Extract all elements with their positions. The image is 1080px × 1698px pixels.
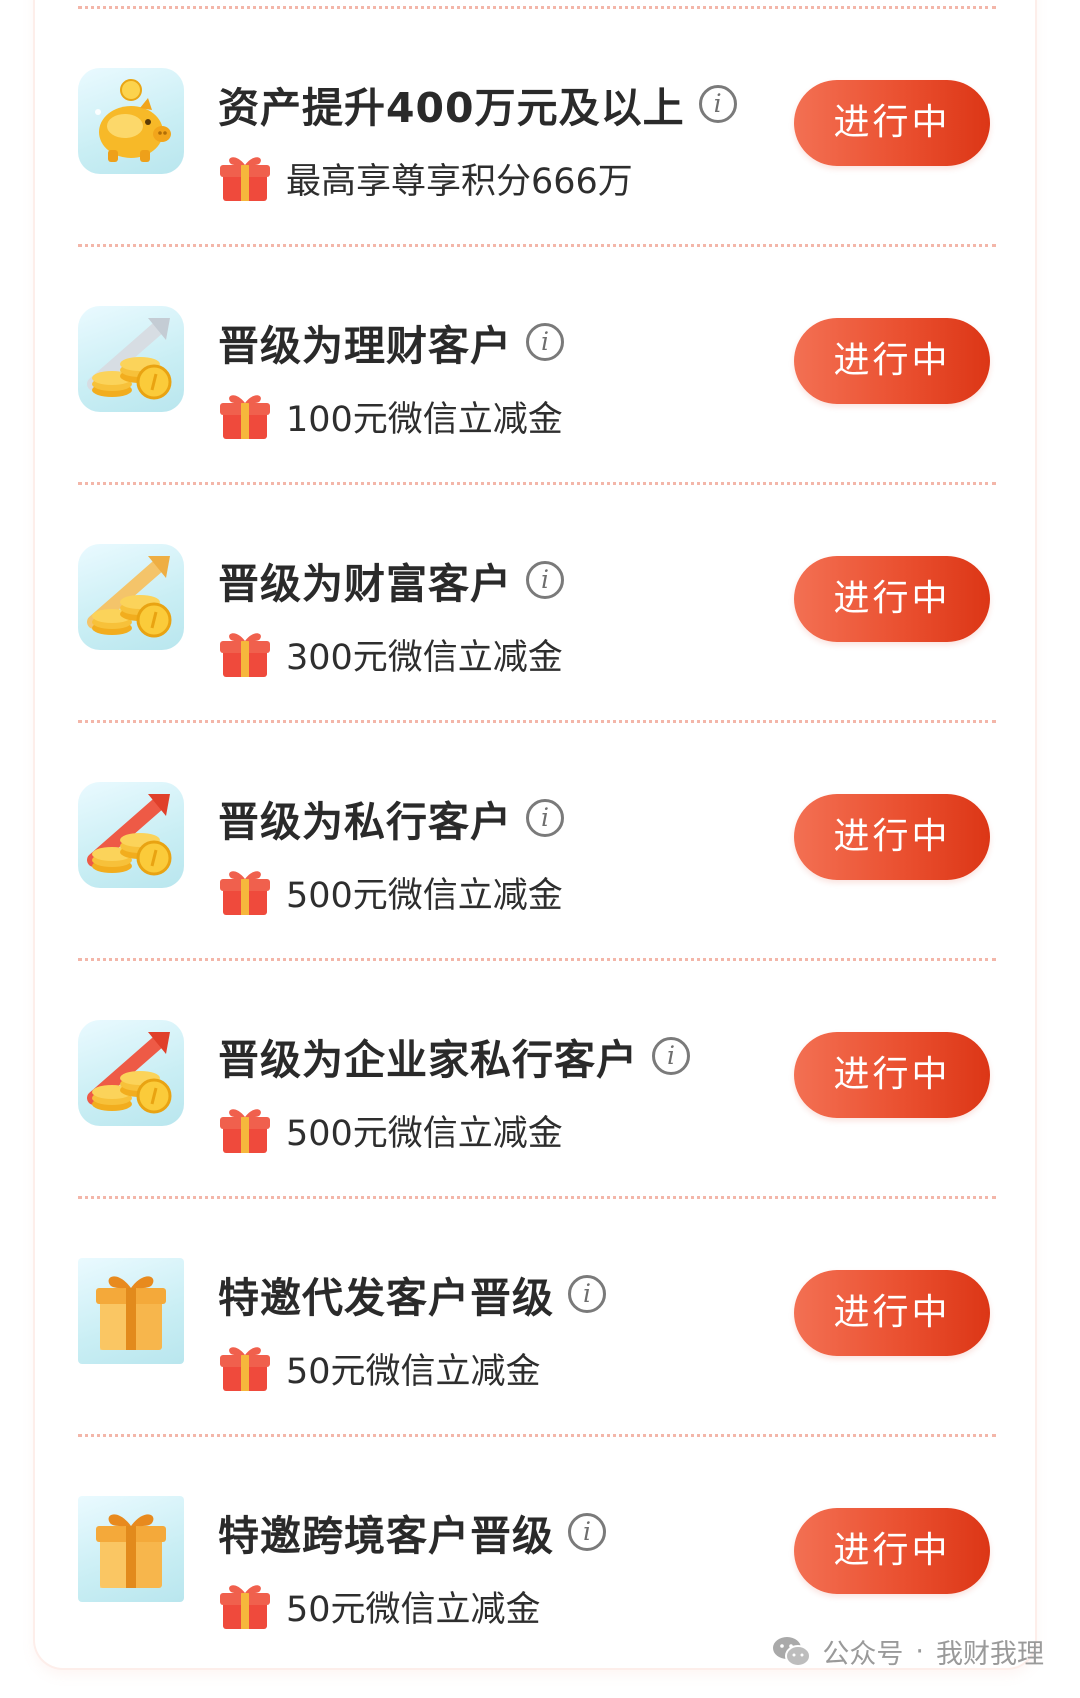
- gold-arrow-coins-icon: [78, 544, 184, 650]
- gift-icon: [220, 633, 270, 677]
- watermark-account: 我财我理: [936, 1639, 1044, 1670]
- in-progress-button[interactable]: 进行中: [794, 556, 990, 642]
- reward-text: 300元微信立减金: [286, 637, 563, 678]
- reward-text: 100元微信立减金: [286, 399, 563, 440]
- gift-box-icon: [78, 1258, 184, 1364]
- info-icon[interactable]: i: [526, 561, 564, 599]
- gift-icon: [220, 871, 270, 915]
- task-row: 晋级为财富客户 i 300元微信立减金 进行中: [0, 484, 1080, 722]
- info-icon[interactable]: i: [568, 1513, 606, 1551]
- in-progress-button[interactable]: 进行中: [794, 794, 990, 880]
- gift-box-icon: [78, 1496, 184, 1602]
- task-row: 晋级为私行客户 i 500元微信立减金 进行中: [0, 722, 1080, 960]
- watermark-source: 公众号: [822, 1639, 904, 1670]
- in-progress-button[interactable]: 进行中: [794, 1508, 990, 1594]
- gold-piggy-bank-icon: [78, 68, 184, 174]
- task-title: 特邀跨境客户晋级: [218, 1512, 554, 1560]
- gift-icon: [220, 157, 270, 201]
- reward-text: 50元微信立减金: [286, 1589, 541, 1630]
- info-icon[interactable]: i: [568, 1275, 606, 1313]
- task-title: 晋级为财富客户: [218, 560, 512, 608]
- watermark: 公众号 · 我财我理: [772, 1632, 1044, 1671]
- gift-icon: [220, 1109, 270, 1153]
- gift-icon: [220, 1347, 270, 1391]
- info-icon[interactable]: i: [526, 323, 564, 361]
- red-arrow-coins-icon: [78, 1020, 184, 1126]
- gift-icon: [220, 395, 270, 439]
- task-row: 晋级为理财客户 i 100元微信立减金 进行中: [0, 246, 1080, 484]
- info-icon[interactable]: i: [698, 85, 737, 123]
- in-progress-button[interactable]: 进行中: [794, 1032, 990, 1118]
- gift-icon: [220, 1585, 270, 1629]
- task-row: 特邀代发客户晋级 i 50元微信立减金 进行中: [0, 1198, 1080, 1436]
- task-title: 资产提升400万元及以上: [218, 84, 685, 132]
- reward-text: 50元微信立减金: [286, 1351, 541, 1392]
- wechat-icon: [773, 1636, 812, 1667]
- task-title: 晋级为企业家私行客户: [218, 1036, 638, 1084]
- info-icon[interactable]: i: [652, 1037, 690, 1075]
- watermark-separator: ·: [915, 1636, 924, 1667]
- reward-text: 500元微信立减金: [286, 875, 563, 916]
- task-title: 特邀代发客户晋级: [218, 1274, 554, 1322]
- in-progress-button[interactable]: 进行中: [794, 80, 990, 166]
- in-progress-button[interactable]: 进行中: [794, 318, 990, 404]
- page: 资产提升400万元及以上 i 最高享尊享积分666万 进行中 晋级为理财客户 i…: [0, 0, 1080, 1698]
- task-row: 晋级为企业家私行客户 i 500元微信立减金 进行中: [0, 960, 1080, 1198]
- silver-arrow-coins-icon: [78, 306, 184, 412]
- info-icon[interactable]: i: [526, 799, 564, 837]
- task-row: 资产提升400万元及以上 i 最高享尊享积分666万 进行中: [0, 8, 1080, 246]
- task-title: 晋级为私行客户: [218, 798, 512, 846]
- task-title: 晋级为理财客户: [218, 322, 512, 370]
- red-arrow-coins-icon: [78, 782, 184, 888]
- reward-text: 最高享尊享积分666万: [286, 161, 633, 202]
- reward-text: 500元微信立减金: [286, 1113, 563, 1154]
- in-progress-button[interactable]: 进行中: [794, 1270, 990, 1356]
